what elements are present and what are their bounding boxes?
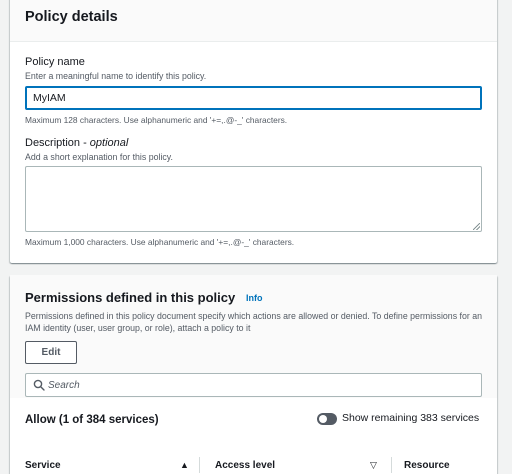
search-input[interactable] [48,377,468,393]
column-divider[interactable] [391,457,392,473]
search-icon [33,379,45,391]
permissions-description: Permissions defined in this policy docum… [25,311,483,333]
info-link[interactable]: Info [246,293,263,303]
permissions-title: Permissions defined in this policy [25,290,236,305]
toggle-label: Show remaining 383 services [342,412,480,424]
toggle-knob [319,415,327,423]
column-divider[interactable] [199,457,200,473]
resize-grip-icon[interactable] [473,223,480,230]
policy-name-label: Policy name [25,56,85,68]
policy-name-input[interactable] [25,86,482,110]
sort-descending-icon[interactable]: ▽ [370,460,377,471]
description-label: Description - optional [25,137,128,149]
policy-details-title: Policy details [25,9,118,25]
edit-button[interactable]: Edit [25,341,77,364]
show-remaining-toggle[interactable] [317,413,337,425]
description-hint: Maximum 1,000 characters. Use alphanumer… [25,237,295,247]
search-box[interactable] [25,373,482,397]
description-field-description: Add a short explanation for this policy. [25,152,174,162]
policy-details-header: Policy details [10,0,497,42]
allow-title: Allow (1 of 384 services) [25,414,159,426]
description-textarea[interactable] [25,166,482,232]
column-header-service[interactable]: Service [25,460,61,471]
policy-details-panel: Policy details Policy name Enter a meani… [10,0,497,263]
policy-name-hint: Maximum 128 characters. Use alphanumeric… [25,115,288,125]
description-textarea-wrapper [25,166,482,232]
permissions-panel: Permissions defined in this policy Info … [10,275,497,474]
column-header-resource[interactable]: Resource [404,460,450,471]
sort-ascending-icon[interactable]: ▲ [180,460,189,470]
column-header-access-level[interactable]: Access level [215,460,275,471]
description-label-text: Description - [25,137,90,149]
optional-tag: optional [89,137,129,149]
policy-name-description: Enter a meaningful name to identify this… [25,71,207,81]
